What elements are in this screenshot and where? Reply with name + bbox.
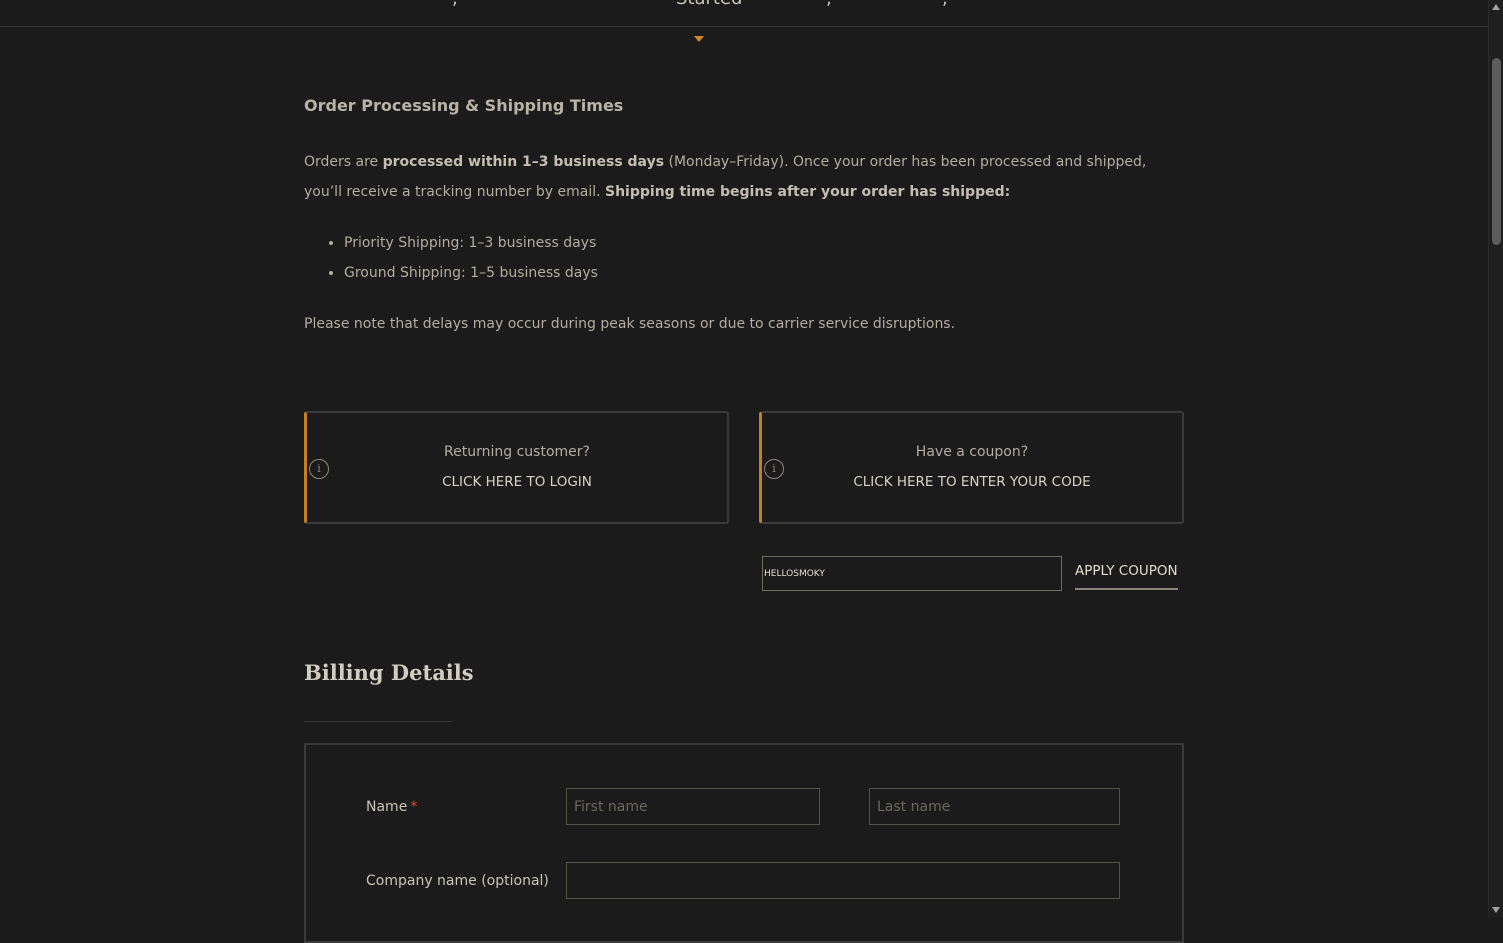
shipping-text: Orders are [304, 154, 383, 170]
apply-coupon-button[interactable]: APPLY COUPON [1075, 563, 1178, 590]
nav-item-active[interactable]: Started [676, 0, 742, 9]
billing-title-divider [304, 721, 451, 722]
returning-customer-question: Returning customer? [444, 444, 590, 460]
nav-item-fragment[interactable]: , [942, 0, 948, 9]
nav-item-fragment[interactable]: , [452, 0, 458, 9]
login-link[interactable]: CLICK HERE TO LOGIN [307, 474, 727, 490]
required-marker: * [410, 799, 418, 815]
name-label-text: Name [366, 799, 408, 815]
scrollbar-thumb[interactable] [1492, 58, 1501, 245]
enter-coupon-link[interactable]: CLICK HERE TO ENTER YOUR CODE [762, 474, 1182, 490]
coupon-notice: i Have a coupon? CLICK HERE TO ENTER YOU… [759, 411, 1184, 524]
first-name-input[interactable] [566, 788, 820, 825]
coupon-code-input[interactable] [762, 556, 1062, 591]
billing-details-title: Billing Details [304, 660, 474, 685]
list-item: Ground Shipping: 1–5 business days [344, 258, 598, 288]
shipping-section-title: Order Processing & Shipping Times [304, 96, 624, 115]
shipping-options-list: Priority Shipping: 1–3 business days Gro… [304, 228, 598, 288]
page-scrollbar[interactable] [1488, 0, 1503, 917]
name-label: Name * [366, 799, 417, 815]
coupon-question: Have a coupon? [915, 444, 1029, 460]
billing-form: Name* Company name (optional) [304, 743, 1184, 943]
last-name-input[interactable] [869, 788, 1120, 825]
shipping-delay-note: Please note that delays may occur during… [304, 316, 956, 332]
list-item: Priority Shipping: 1–3 business days [344, 228, 598, 258]
processing-time-text: processed within 1–3 business days [382, 154, 665, 170]
scroll-up-arrow-icon[interactable] [1492, 4, 1500, 10]
shipping-time-text: Shipping time begins after your order ha… [605, 184, 1011, 200]
shipping-paragraph: Orders are processed within 1–3 business… [304, 147, 1184, 207]
returning-customer-notice: i Returning customer? CLICK HERE TO LOGI… [304, 411, 729, 524]
top-navigation: , Started , , [0, 0, 1488, 27]
company-name-input[interactable] [566, 862, 1120, 899]
company-name-label: Company name (optional) [366, 873, 549, 889]
nav-item-fragment[interactable]: , [826, 0, 832, 9]
scroll-down-arrow-icon[interactable] [1492, 907, 1500, 913]
active-nav-caret-icon [694, 36, 704, 42]
